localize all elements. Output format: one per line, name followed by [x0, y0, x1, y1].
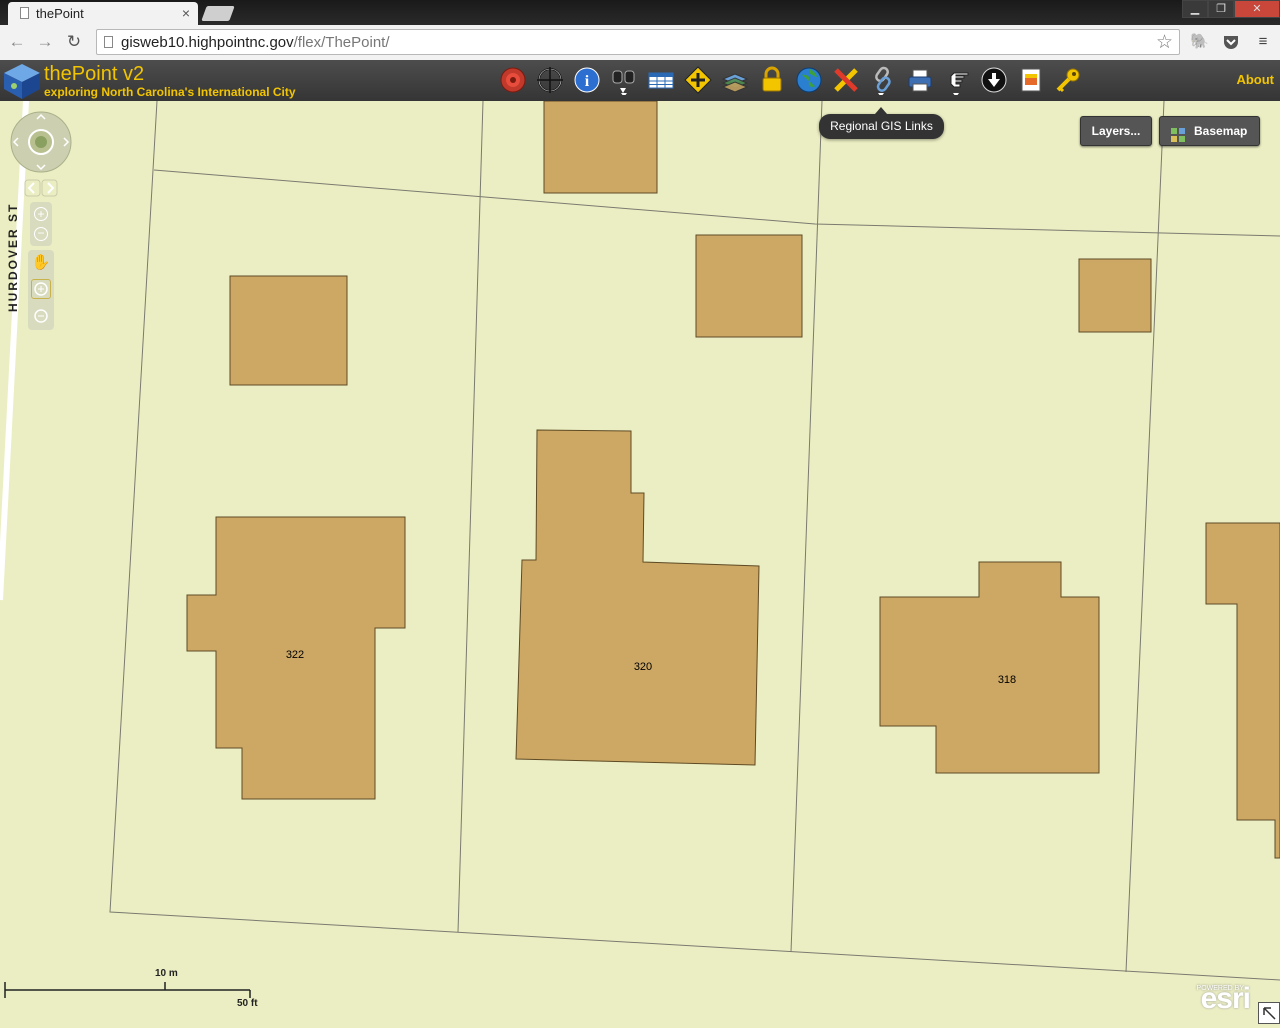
basemap-grid-icon	[1171, 124, 1185, 142]
menu-icon[interactable]: ≡	[1254, 33, 1272, 51]
layers-button[interactable]: Layers...	[1080, 116, 1152, 146]
svg-text:i: i	[585, 73, 590, 90]
back-icon[interactable]: ←	[6, 31, 28, 53]
overview-toggle-icon[interactable]	[1258, 1002, 1280, 1024]
app-header: thePoint v2 exploring North Carolina's I…	[0, 60, 1280, 101]
hand-pointer-icon[interactable]	[942, 65, 972, 97]
evernote-extension-icon[interactable]: 🐘	[1190, 33, 1209, 51]
new-tab-button[interactable]	[201, 6, 235, 21]
url-text: gisweb10.highpointnc.gov/flex/ThePoint/	[121, 34, 390, 51]
app-logo-icon	[2, 62, 42, 100]
building-footprint[interactable]	[1205, 522, 1280, 859]
prev-next-extent[interactable]	[24, 179, 58, 197]
key-icon[interactable]	[1053, 65, 1083, 95]
address-label-322: 322	[286, 649, 304, 661]
maximize-button[interactable]: ❐	[1208, 0, 1234, 18]
globe-icon[interactable]	[794, 65, 824, 95]
table-icon[interactable]	[646, 65, 676, 95]
app-title: thePoint v2	[44, 63, 145, 85]
app-subtitle: exploring North Carolina's International…	[44, 85, 296, 99]
map-tools: ✋	[28, 250, 54, 330]
draw-tools-icon[interactable]	[831, 65, 861, 95]
target-icon[interactable]	[498, 65, 528, 95]
download-icon[interactable]	[979, 65, 1009, 95]
close-window-button[interactable]: ✕	[1234, 0, 1280, 18]
pan-control[interactable]	[10, 111, 72, 178]
about-link[interactable]: About	[1236, 72, 1274, 87]
browser-tabstrip: thePoint × ▁ ❐ ✕	[0, 0, 1280, 25]
zoom-in-box-icon[interactable]	[31, 279, 51, 299]
add-point-icon[interactable]	[683, 65, 713, 95]
tab-title: thePoint	[36, 6, 84, 21]
basemap-button[interactable]: Basemap	[1159, 116, 1260, 146]
pan-hand-icon[interactable]: ✋	[31, 253, 51, 273]
bookmark-star-icon[interactable]: ☆	[1156, 31, 1173, 54]
layers-stack-icon[interactable]	[720, 65, 750, 95]
print-icon[interactable]	[905, 65, 935, 95]
scale-imperial-label: 50 ft	[237, 998, 258, 1009]
address-label-318: 318	[998, 674, 1016, 686]
document-icon[interactable]	[1016, 65, 1046, 95]
building-footprint[interactable]	[695, 234, 803, 338]
reload-icon[interactable]: ↻	[63, 31, 85, 53]
link-icon[interactable]	[868, 65, 898, 97]
lock-icon[interactable]	[757, 65, 787, 95]
binoculars-icon[interactable]	[609, 65, 639, 97]
zoom-in-icon[interactable]: +	[34, 207, 48, 221]
zoom-out-box-icon[interactable]	[31, 306, 51, 326]
map-view[interactable]: 322 320 318 HURDOVER ST	[0, 101, 1280, 1024]
pocket-extension-icon[interactable]	[1222, 33, 1240, 51]
browser-toolbar: ← → ↻ gisweb10.highpointnc.gov/flex/TheP…	[0, 25, 1280, 61]
street-label: HURDOVER ST	[6, 203, 20, 312]
building-footprint[interactable]	[1078, 258, 1152, 333]
building-footprints	[186, 101, 1280, 859]
building-footprint[interactable]	[229, 275, 348, 386]
crosshair-icon[interactable]	[535, 65, 565, 95]
forward-icon[interactable]: →	[34, 31, 56, 53]
scale-metric-label: 10 m	[155, 968, 178, 979]
building-footprint-318[interactable]	[879, 561, 1100, 774]
browser-tab[interactable]: thePoint ×	[8, 2, 198, 25]
minimize-button[interactable]: ▁	[1182, 0, 1208, 18]
esri-logo[interactable]: esri	[1201, 982, 1251, 1016]
scale-bar	[4, 982, 251, 998]
page-favicon-icon	[20, 7, 29, 19]
page-icon	[104, 36, 113, 48]
address-label-320: 320	[634, 661, 652, 673]
regional-gis-links-tooltip: Regional GIS Links	[819, 107, 944, 139]
close-tab-icon[interactable]: ×	[182, 5, 190, 21]
address-bar[interactable]: gisweb10.highpointnc.gov/flex/ThePoint/ …	[96, 29, 1180, 55]
building-footprint[interactable]	[543, 101, 658, 194]
zoom-slider[interactable]: + −	[30, 202, 52, 246]
zoom-out-icon[interactable]: −	[34, 227, 48, 241]
basemap-label: Basemap	[1194, 124, 1248, 138]
building-footprint-320[interactable]	[515, 429, 760, 766]
info-icon[interactable]: i	[572, 65, 602, 95]
